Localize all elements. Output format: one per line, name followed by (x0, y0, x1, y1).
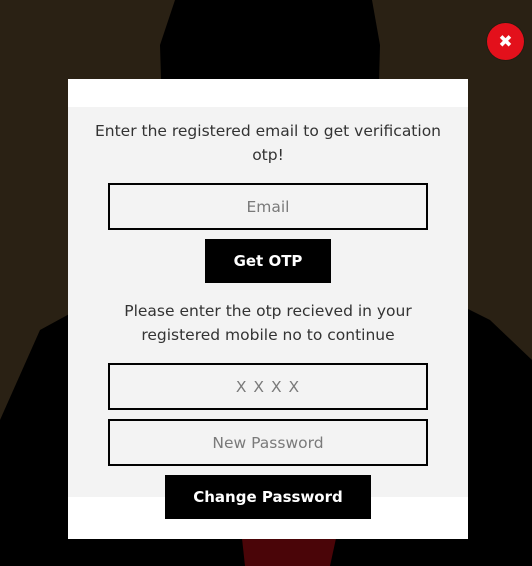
new-password-input[interactable] (108, 419, 428, 466)
get-otp-button[interactable]: Get OTP (205, 239, 331, 283)
close-icon: ✖ (498, 31, 513, 52)
email-input[interactable] (108, 183, 428, 230)
email-instructions: Enter the registered email to get verifi… (94, 122, 442, 164)
otp-instructions: Please enter the otp recieved in your re… (124, 302, 412, 344)
otp-input[interactable] (108, 363, 428, 410)
change-password-button[interactable]: Change Password (165, 475, 371, 519)
close-button[interactable]: ✖ (487, 23, 524, 60)
forgot-password-modal: Enter the registered email to get verifi… (68, 79, 468, 539)
